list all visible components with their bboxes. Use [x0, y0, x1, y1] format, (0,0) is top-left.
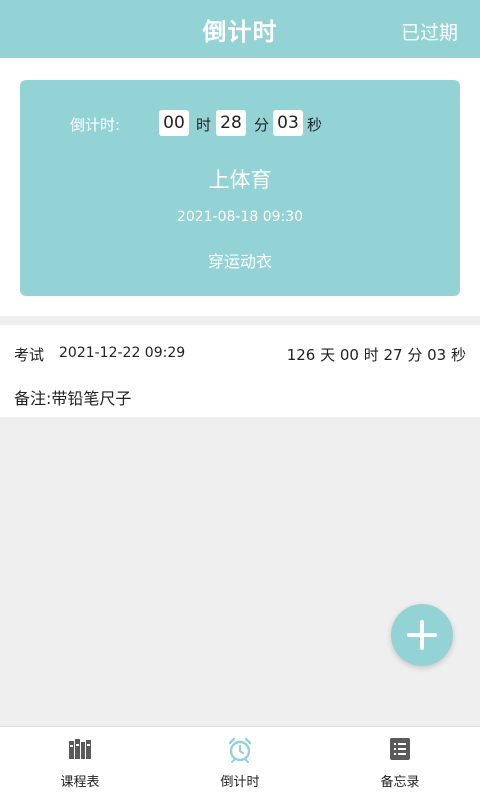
nav-item-schedule[interactable]: 课程表 — [0, 727, 160, 801]
countdown-row: 倒计时: 00 时 28 分 03 秒 — [20, 110, 460, 138]
current-event-card[interactable]: 倒计时: 00 时 28 分 03 秒 上体育 2021-08-18 09:30… — [20, 80, 460, 296]
seconds-value: 03 — [273, 110, 303, 136]
event-note: 穿运动衣 — [207, 252, 272, 271]
hours-value: 00 — [159, 110, 189, 136]
bottom-nav: 课程表 倒计时 备忘录 — [0, 726, 480, 801]
nav-item-notes[interactable]: 备忘录 — [320, 727, 480, 801]
notes-icon — [390, 738, 410, 760]
expired-button[interactable]: 已过期 — [401, 18, 458, 45]
alarm-clock-icon — [228, 737, 252, 763]
add-button[interactable] — [391, 604, 453, 666]
list-item-type: 考试 — [14, 346, 45, 364]
nav-label-notes: 备忘录 — [380, 775, 420, 790]
hours-unit: 时 — [196, 116, 212, 134]
current-event-section: 倒计时: 00 时 28 分 03 秒 上体育 2021-08-18 09:30… — [0, 58, 480, 316]
list-item-datetime: 2021-12-22 09:29 — [59, 345, 186, 361]
event-title: 上体育 — [208, 168, 272, 192]
list-item-countdown: 126 天 00 时 27 分 03 秒 — [286, 346, 466, 364]
event-datetime: 2021-08-18 09:30 — [176, 209, 304, 225]
list-item-note: 备注:带铅笔尺子 — [14, 389, 132, 408]
minutes-value: 28 — [216, 110, 246, 136]
nav-label-schedule: 课程表 — [60, 775, 100, 790]
books-icon — [69, 739, 91, 759]
nav-item-countdown[interactable]: 倒计时 — [160, 727, 320, 801]
minutes-unit: 分 — [254, 116, 270, 134]
app-header: 倒计时 已过期 — [0, 0, 480, 58]
list-item[interactable]: 考试 2021-12-22 09:29 126 天 00 时 27 分 03 秒… — [0, 325, 480, 417]
nav-label-countdown: 倒计时 — [220, 775, 260, 790]
countdown-label: 倒计时: — [70, 116, 121, 134]
seconds-unit: 秒 — [307, 116, 323, 134]
